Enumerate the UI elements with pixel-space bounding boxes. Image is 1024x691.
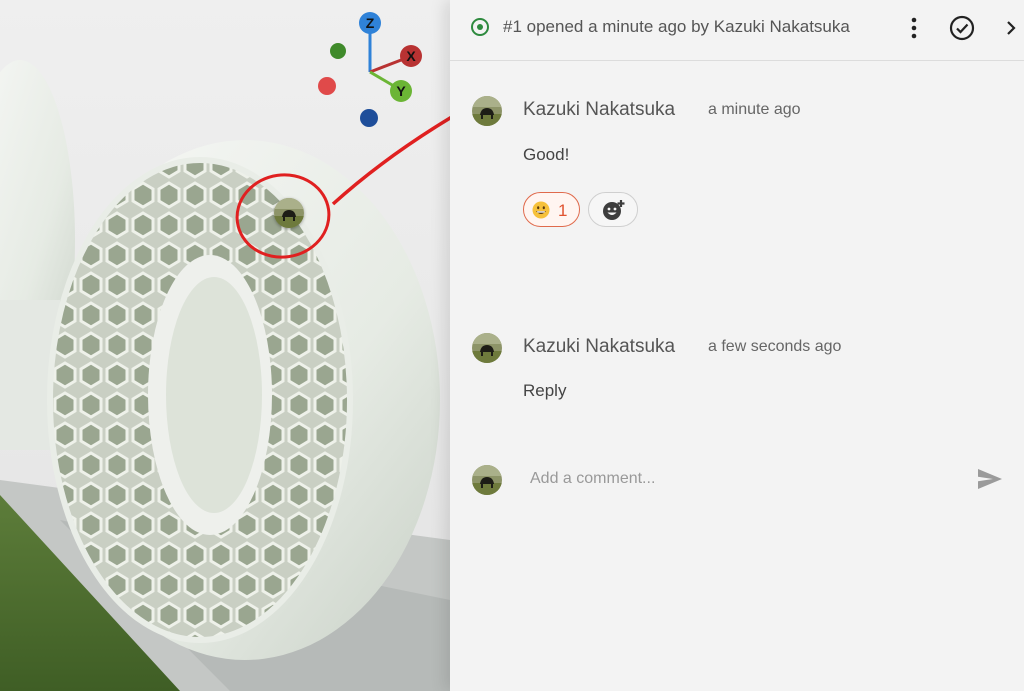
avatar	[472, 333, 502, 363]
comment-author: Kazuki Nakatsuka	[523, 336, 676, 357]
neg-x-axis-handle[interactable]	[318, 77, 336, 95]
comment-author: Kazuki Nakatsuka	[523, 99, 676, 120]
close-panel-button[interactable]	[995, 12, 1024, 44]
more-options-button[interactable]	[898, 12, 930, 44]
comment-pin-avatar[interactable]	[274, 198, 304, 228]
svg-text:Y: Y	[396, 83, 406, 99]
more-vertical-icon	[911, 17, 917, 39]
send-button[interactable]	[972, 462, 1008, 496]
comment-body: Good!	[523, 145, 570, 164]
comment-timestamp: a few seconds ago	[708, 338, 842, 355]
x-axis-handle[interactable]: X	[400, 45, 422, 67]
send-icon	[978, 469, 1002, 489]
reaction-count: 1	[558, 201, 568, 220]
svg-text:Z: Z	[366, 15, 375, 31]
comment-input[interactable]	[520, 462, 960, 496]
chevron-right-icon	[1007, 21, 1016, 35]
axis-gizmo[interactable]: Z X Y	[306, 6, 436, 136]
add-reaction-button[interactable]	[588, 192, 638, 227]
neg-z-axis-handle[interactable]	[360, 109, 378, 127]
thread-title: #1 opened a minute ago by Kazuki Nakatsu…	[503, 17, 850, 36]
reaction-chip[interactable]: 1	[523, 192, 580, 227]
svg-text:X: X	[406, 48, 416, 64]
add-emoji-icon	[603, 200, 625, 220]
open-circle-icon	[471, 18, 489, 36]
thread-header: #1 opened a minute ago by Kazuki Nakatsu…	[450, 0, 1024, 61]
grinning-face-icon	[532, 201, 550, 219]
avatar	[472, 96, 502, 126]
comment-timestamp: a minute ago	[708, 101, 801, 118]
avatar	[472, 465, 502, 495]
3d-viewport[interactable]: Z X Y	[0, 0, 450, 691]
resolve-thread-button[interactable]	[946, 12, 978, 44]
neg-y-axis-handle[interactable]	[330, 43, 346, 59]
comment-body: Reply	[523, 381, 567, 400]
check-circle-icon	[949, 15, 975, 41]
y-axis-handle[interactable]: Y	[390, 80, 412, 102]
comment-panel: #1 opened a minute ago by Kazuki Nakatsu…	[450, 0, 1024, 691]
z-axis-handle[interactable]: Z	[359, 12, 381, 34]
